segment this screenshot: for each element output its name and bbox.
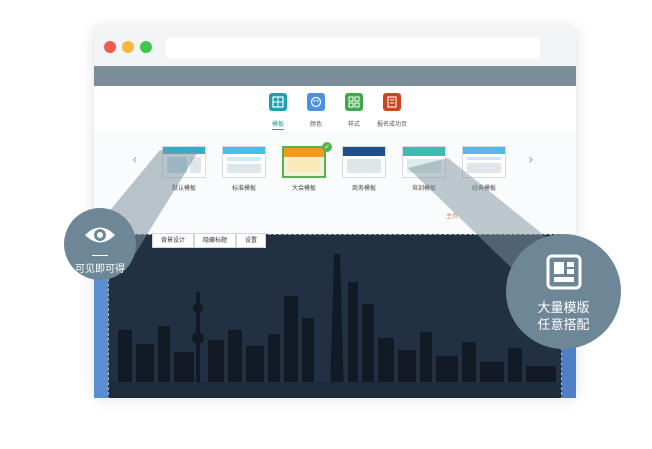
templates-caption-line2: 任意搭配 <box>537 318 590 333</box>
divider <box>92 255 108 256</box>
wysiwyg-badge: 可见即可得 <box>64 208 136 280</box>
templates-caption-line1: 大量模版 <box>537 301 590 316</box>
wysiwyg-caption: 可见即可得 <box>75 264 125 275</box>
layout-icon <box>546 254 582 290</box>
templates-badge: 大量模版 任意搭配 <box>506 234 621 349</box>
eye-icon <box>85 227 115 243</box>
